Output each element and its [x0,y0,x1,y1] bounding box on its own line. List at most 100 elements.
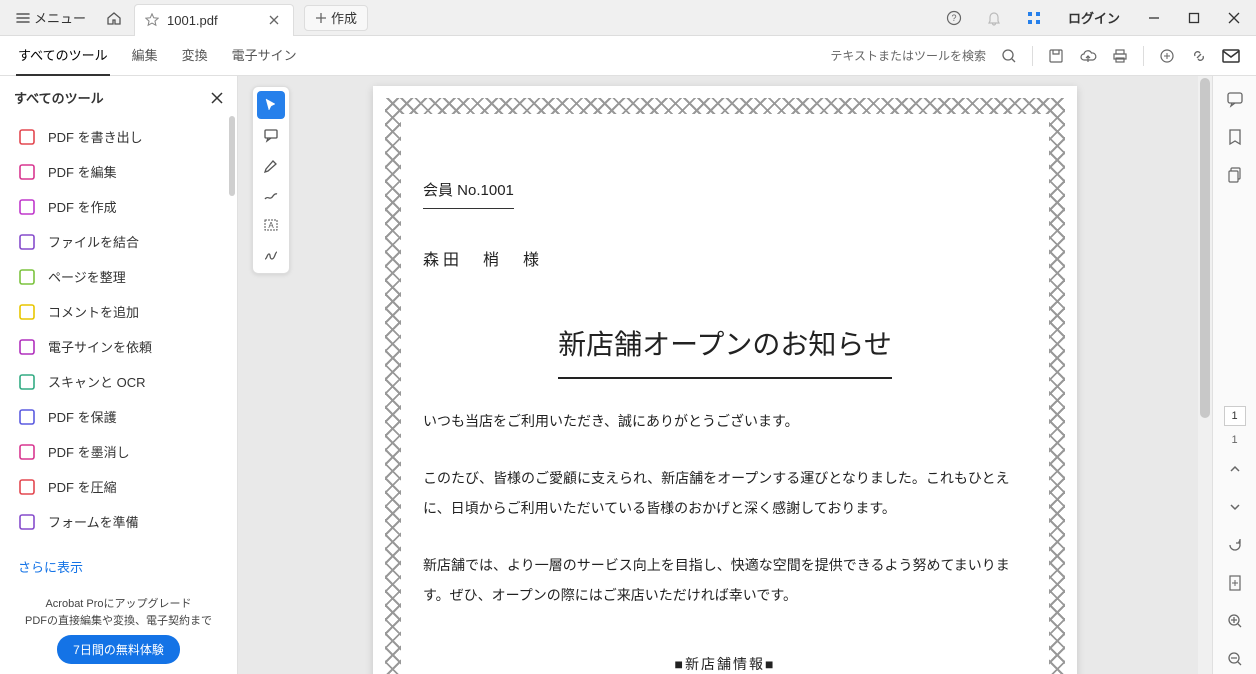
tool-label: PDF を編集 [48,162,117,181]
print-icon [1112,48,1128,64]
page-down-button[interactable] [1219,492,1251,522]
tool-item-5[interactable]: コメントを追加 [0,294,237,329]
tool-item-7[interactable]: スキャンと OCR [0,364,237,399]
tool-item-1[interactable]: PDF を編集 [0,154,237,189]
close-icon [1228,12,1240,24]
cloud-icon [1079,48,1097,64]
search-placeholder[interactable]: テキストまたはツールを検索 [830,47,986,64]
tool-icon [18,408,36,426]
text-tool[interactable]: A [257,211,285,239]
tool-label: ページを整理 [48,267,126,286]
tool-item-3[interactable]: ファイルを結合 [0,224,237,259]
scrollbar-thumb[interactable] [1200,78,1210,418]
tab-convert[interactable]: 変換 [180,35,210,76]
draw-tool[interactable] [257,181,285,209]
tool-item-2[interactable]: PDF を作成 [0,189,237,224]
highlight-tool[interactable] [257,151,285,179]
rotate-button[interactable] [1219,530,1251,560]
apps-button[interactable] [1016,1,1052,35]
tool-icon [18,268,36,286]
print-button[interactable] [1111,47,1129,65]
create-label: 作成 [331,8,357,27]
chat-panel-button[interactable] [1219,84,1251,114]
tool-item-12[interactable]: 入力と署名 [0,539,237,547]
search-button[interactable] [1000,47,1018,65]
new-tab-button[interactable]: 作成 [304,5,368,31]
recipient-name: 森田 梢 様 [423,245,1027,277]
tool-label: PDF を書き出し [48,127,143,146]
tab-esign[interactable]: 電子サイン [230,35,299,76]
tool-icon [18,163,36,181]
close-icon [211,92,223,104]
paragraph-1: いつも当店をご利用いただき、誠にありがとうございます。 [423,407,1027,436]
search-icon [1001,48,1017,64]
save-button[interactable] [1047,47,1065,65]
window-close[interactable] [1216,1,1252,35]
tool-item-9[interactable]: PDF を墨消し [0,434,237,469]
tool-item-11[interactable]: フォームを準備 [0,504,237,539]
selection-tool[interactable] [257,91,285,119]
notification-button[interactable] [976,1,1012,35]
link-button[interactable] [1190,47,1208,65]
tab-all-tools[interactable]: すべてのツール [16,35,110,76]
highlighter-icon [263,157,279,173]
tool-icon [18,513,36,531]
window-maximize[interactable] [1176,1,1212,35]
tab-document[interactable]: 1001.pdf [134,4,294,36]
tab-close-button[interactable] [265,13,283,27]
tool-item-8[interactable]: PDF を保護 [0,399,237,434]
tool-icon [18,478,36,496]
tool-item-0[interactable]: PDF を書き出し [0,119,237,154]
comment-icon [263,127,279,143]
rotate-icon [1227,537,1243,553]
upgrade-box: Acrobat Proにアップグレード PDFの直接編集や変換、電子契約まで 7… [0,586,237,674]
trial-button[interactable]: 7日間の無料体験 [57,635,180,664]
mail-button[interactable] [1222,47,1240,65]
copy-panel-button[interactable] [1219,160,1251,190]
bookmark-panel-button[interactable] [1219,122,1251,152]
zoom-out-button[interactable] [1219,644,1251,674]
info-header: ■新店舗情報■ [423,650,1027,674]
page-icon [1228,575,1242,591]
tool-item-4[interactable]: ページを整理 [0,259,237,294]
text-icon: A [263,217,279,233]
document-scrollbar[interactable] [1198,76,1212,674]
link-icon [1191,48,1207,64]
copy-icon [1227,166,1243,184]
cloud-button[interactable] [1079,47,1097,65]
page-up-button[interactable] [1219,454,1251,484]
menu-button[interactable]: メニュー [8,4,94,31]
document-area: A 会員 No.1001 森田 梢 様 新店舗オープンのお知らせ いつも当店をご… [238,76,1212,674]
sign-tool[interactable] [257,241,285,269]
tab-title: 1001.pdf [167,13,218,28]
svg-text:?: ? [951,13,956,23]
chevron-down-icon [1229,501,1241,513]
tab-edit[interactable]: 編集 [130,35,160,76]
tool-icon [18,373,36,391]
tool-icon [18,443,36,461]
window-minimize[interactable] [1136,1,1172,35]
comment-tool[interactable] [257,121,285,149]
upgrade-title: Acrobat Proにアップグレード [10,596,227,613]
sparkle-icon [1159,48,1175,64]
tool-item-6[interactable]: 電子サインを依頼 [0,329,237,364]
divider [1143,46,1144,66]
pagefit-button[interactable] [1219,568,1251,598]
home-button[interactable] [98,6,130,30]
tool-item-10[interactable]: PDF を圧縮 [0,469,237,504]
tool-list: PDF を書き出し PDF を編集 PDF を作成ファイルを結合ページを整理コメント… [0,119,237,547]
page-number-input[interactable]: 1 [1224,406,1246,426]
left-panel-close[interactable] [211,92,223,104]
page: 会員 No.1001 森田 梢 様 新店舗オープンのお知らせ いつも当店をご利用… [373,86,1077,674]
left-scrollbar[interactable] [229,116,235,196]
login-button[interactable]: ログイン [1056,2,1132,33]
ai-button[interactable] [1158,47,1176,65]
help-button[interactable]: ? [936,1,972,35]
hamburger-icon [16,11,30,25]
show-more-button[interactable]: さらに表示 [0,547,237,586]
main-area: すべてのツール PDF を書き出しPDF を編集PDF を作成ファイルを結合ペー… [0,76,1256,674]
zoom-in-button[interactable] [1219,606,1251,636]
mail-icon [1222,49,1240,63]
cursor-icon [263,97,279,113]
tool-icon [18,338,36,356]
